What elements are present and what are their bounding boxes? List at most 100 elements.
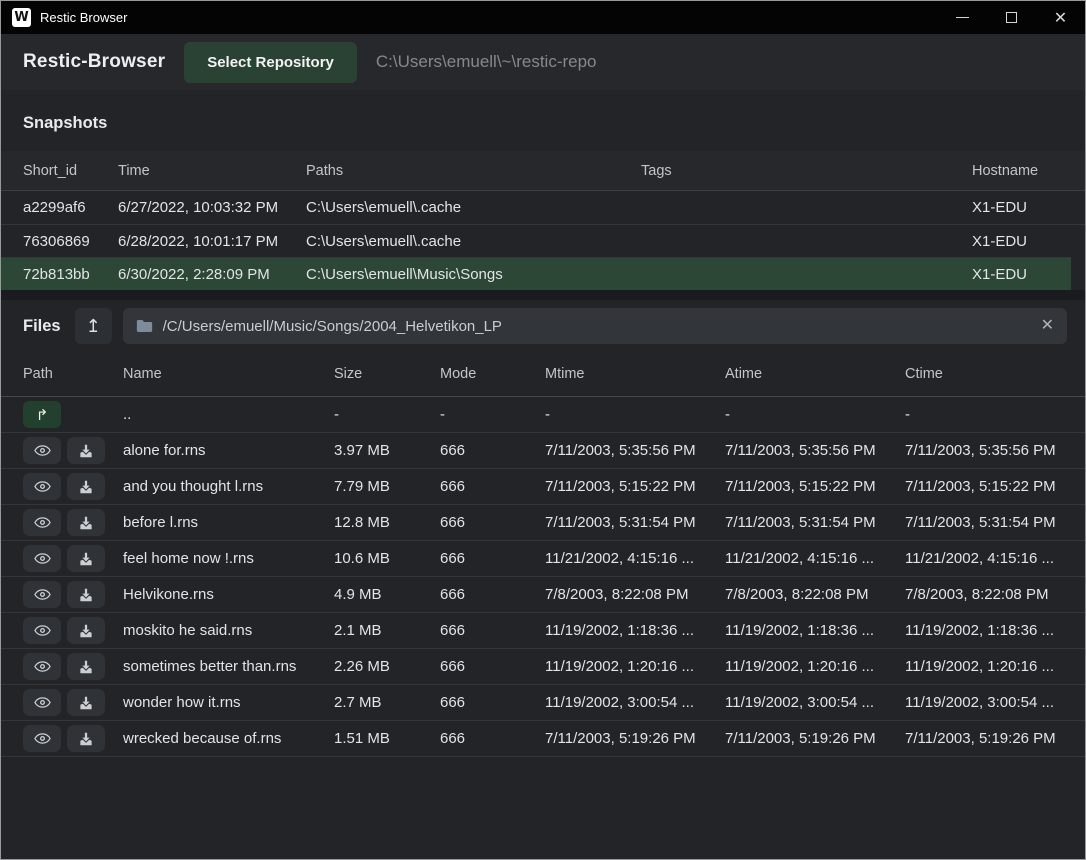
clear-path-icon[interactable]: ✕ xyxy=(1041,318,1054,334)
column-header-path: Path xyxy=(23,366,123,382)
view-file-button[interactable] xyxy=(23,617,61,644)
download-icon xyxy=(79,588,93,602)
snapshot-hostname: X1-EDU xyxy=(972,199,1067,216)
view-file-button[interactable] xyxy=(23,437,61,464)
files-table-header: Path Name Size Mode Mtime Atime Ctime xyxy=(1,352,1085,397)
download-icon xyxy=(79,696,93,710)
eye-icon xyxy=(34,588,51,601)
download-icon xyxy=(79,480,93,494)
eye-icon xyxy=(34,732,51,745)
file-mode: 666 xyxy=(440,586,545,603)
snapshot-row[interactable]: 72b813bb 6/30/2022, 2:28:09 PM C:\Users\… xyxy=(1,257,1071,290)
download-file-button[interactable] xyxy=(67,617,105,644)
download-file-button[interactable] xyxy=(67,725,105,752)
file-mtime: 11/19/2002, 3:00:54 ... xyxy=(545,694,725,711)
file-ctime: 11/19/2002, 3:00:54 ... xyxy=(905,694,1067,711)
download-file-button[interactable] xyxy=(67,689,105,716)
file-mode: 666 xyxy=(440,478,545,495)
file-atime: 7/11/2003, 5:35:56 PM xyxy=(725,442,905,459)
download-file-button[interactable] xyxy=(67,581,105,608)
maximize-icon xyxy=(1006,12,1017,23)
file-name: feel home now !.rns xyxy=(123,550,334,567)
view-file-button[interactable] xyxy=(23,725,61,752)
file-row: Helvikone.rns 4.9 MB 666 7/8/2003, 8:22:… xyxy=(1,577,1085,613)
eye-icon xyxy=(34,552,51,565)
file-mtime: 11/21/2002, 4:15:16 ... xyxy=(545,550,725,567)
snapshot-short-id: 72b813bb xyxy=(23,266,118,283)
up-from-bar-icon: ↥ xyxy=(86,316,101,337)
file-mode: 666 xyxy=(440,658,545,675)
column-header-name: Name xyxy=(123,366,334,382)
file-ctime: 7/11/2003, 5:15:22 PM xyxy=(905,478,1067,495)
snapshot-row[interactable]: a2299af6 6/27/2022, 10:03:32 PM C:\Users… xyxy=(1,191,1085,224)
download-file-button[interactable] xyxy=(67,473,105,500)
download-file-button[interactable] xyxy=(67,437,105,464)
column-header-size: Size xyxy=(334,366,440,382)
folder-icon xyxy=(136,319,153,333)
wails-logo-icon: W xyxy=(12,8,31,27)
file-ctime: 7/8/2003, 8:22:08 PM xyxy=(905,586,1067,603)
file-mtime: 7/11/2003, 5:35:56 PM xyxy=(545,442,725,459)
file-row: sometimes better than.rns 2.26 MB 666 11… xyxy=(1,649,1085,685)
snapshot-time: 6/28/2022, 10:01:17 PM xyxy=(118,233,306,250)
file-ctime: - xyxy=(905,406,1067,423)
file-name: Helvikone.rns xyxy=(123,586,334,603)
view-file-button[interactable] xyxy=(23,581,61,608)
go-up-directory-button[interactable]: ↱ xyxy=(23,401,61,428)
eye-icon xyxy=(34,696,51,709)
column-header-time: Time xyxy=(118,163,306,179)
file-mtime: - xyxy=(545,406,725,423)
select-repository-button[interactable]: Select Repository xyxy=(184,42,357,83)
file-name: before l.rns xyxy=(123,514,334,531)
empty-area xyxy=(1,757,1085,859)
view-file-button[interactable] xyxy=(23,545,61,572)
file-atime: 7/8/2003, 8:22:08 PM xyxy=(725,586,905,603)
snapshot-paths: C:\Users\emuell\.cache xyxy=(306,233,641,250)
file-name: alone for.rns xyxy=(123,442,334,459)
snapshot-short-id: a2299af6 xyxy=(23,199,118,216)
snapshot-paths: C:\Users\emuell\Music\Songs xyxy=(306,266,641,283)
eye-icon xyxy=(34,444,51,457)
view-file-button[interactable] xyxy=(23,473,61,500)
current-path-bar[interactable]: /C/Users/emuell/Music/Songs/2004_Helveti… xyxy=(123,308,1067,344)
maximize-button[interactable] xyxy=(987,1,1036,34)
minimize-button[interactable] xyxy=(938,1,987,34)
view-file-button[interactable] xyxy=(23,653,61,680)
file-mode: 666 xyxy=(440,550,545,567)
snapshot-paths: C:\Users\emuell\.cache xyxy=(306,199,641,216)
download-file-button[interactable] xyxy=(67,653,105,680)
file-mtime: 11/19/2002, 1:20:16 ... xyxy=(545,658,725,675)
file-atime: 11/19/2002, 1:18:36 ... xyxy=(725,622,905,639)
eye-icon xyxy=(34,624,51,637)
go-to-root-button[interactable]: ↥ xyxy=(75,308,112,344)
close-button[interactable]: ✕ xyxy=(1036,1,1085,34)
download-file-button[interactable] xyxy=(67,545,105,572)
file-atime: 11/19/2002, 1:20:16 ... xyxy=(725,658,905,675)
file-mode: 666 xyxy=(440,694,545,711)
column-header-mode: Mode xyxy=(440,366,545,382)
file-atime: 7/11/2003, 5:15:22 PM xyxy=(725,478,905,495)
view-file-button[interactable] xyxy=(23,689,61,716)
parent-directory-row: ↱ .. - - - - - xyxy=(1,397,1085,433)
file-mode: 666 xyxy=(440,514,545,531)
snapshot-time: 6/27/2022, 10:03:32 PM xyxy=(118,199,306,216)
snapshot-hostname: X1-EDU xyxy=(972,233,1067,250)
file-row: and you thought l.rns 7.79 MB 666 7/11/2… xyxy=(1,469,1085,505)
close-icon: ✕ xyxy=(1054,8,1067,28)
parent-dir-arrow-icon: ↱ xyxy=(36,406,49,424)
file-mtime: 7/8/2003, 8:22:08 PM xyxy=(545,586,725,603)
view-file-button[interactable] xyxy=(23,509,61,536)
file-ctime: 7/11/2003, 5:19:26 PM xyxy=(905,730,1067,747)
file-name: wrecked because of.rns xyxy=(123,730,334,747)
repository-path: C:\Users\emuell\~\restic-repo xyxy=(376,52,597,72)
download-icon xyxy=(79,624,93,638)
download-file-button[interactable] xyxy=(67,509,105,536)
snapshot-hostname: X1-EDU xyxy=(972,266,1053,283)
snapshot-row[interactable]: 76306869 6/28/2022, 10:01:17 PM C:\Users… xyxy=(1,224,1085,257)
file-ctime: 11/19/2002, 1:20:16 ... xyxy=(905,658,1067,675)
repository-toolbar: Restic-Browser Select Repository C:\User… xyxy=(1,34,1085,90)
file-atime: 11/21/2002, 4:15:16 ... xyxy=(725,550,905,567)
files-toolbar: Files ↥ /C/Users/emuell/Music/Songs/2004… xyxy=(1,300,1085,352)
file-size: 12.8 MB xyxy=(334,514,440,531)
file-row: feel home now !.rns 10.6 MB 666 11/21/20… xyxy=(1,541,1085,577)
